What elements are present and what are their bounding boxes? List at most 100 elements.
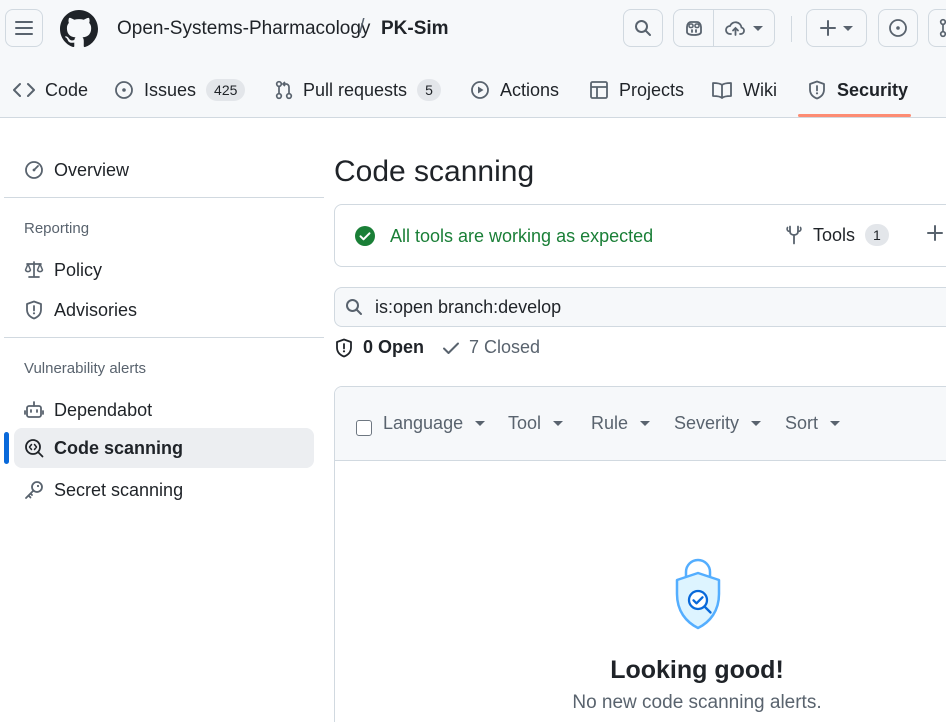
add-tool-plus-icon[interactable]: [927, 225, 943, 241]
copilot-button[interactable]: [674, 10, 714, 46]
search-icon: [346, 299, 362, 315]
tab-projects[interactable]: Projects: [589, 75, 684, 105]
tools-label: Tools: [813, 224, 856, 245]
select-all-checkbox[interactable]: [356, 420, 372, 436]
sidebar-item-secret-scanning[interactable]: Secret scanning: [14, 470, 314, 510]
chevron-down-icon: [751, 421, 762, 426]
sort-dropdown[interactable]: Sort: [785, 413, 841, 434]
check-icon: [443, 342, 460, 354]
severity-filter-dropdown[interactable]: Severity: [674, 413, 762, 434]
tab-projects-label: Projects: [619, 79, 685, 100]
open-alerts-label: 0 Open: [363, 337, 425, 357]
plus-icon: [820, 20, 836, 36]
chevron-down-icon: [475, 421, 486, 426]
active-tab-indicator: [798, 114, 911, 117]
git-pull-request-icon: [939, 18, 946, 38]
sidebar-item-label: Policy: [54, 259, 103, 280]
dependabot-icon: [24, 401, 44, 418]
tool-status-panel: All tools are working as expected Tools …: [334, 204, 946, 267]
sidebar-item-policy[interactable]: Policy: [14, 250, 314, 290]
tab-pull-requests[interactable]: Pull requests 5: [275, 75, 441, 105]
shield-icon: [26, 300, 42, 320]
sidebar-item-dependabot[interactable]: Dependabot: [14, 390, 314, 430]
sidebar-item-label: Overview: [54, 159, 130, 180]
tool-status-text: All tools are working as expected: [390, 226, 654, 246]
closed-alerts-link[interactable]: 7 Closed: [442, 337, 540, 358]
filter-label: Rule: [591, 413, 629, 433]
sidebar-item-code-scanning[interactable]: Code scanning: [14, 428, 314, 468]
create-new-button[interactable]: [806, 9, 867, 47]
language-filter-dropdown[interactable]: Language: [383, 413, 486, 434]
chevron-down-icon: [843, 25, 853, 31]
breadcrumb-repo-link[interactable]: PK-Sim: [381, 18, 449, 40]
chevron-down-icon: [640, 421, 651, 426]
search-button[interactable]: [623, 9, 663, 47]
key-icon: [25, 481, 43, 499]
tab-pull-requests-label: Pull requests: [303, 79, 408, 100]
alerts-filter-bar: Language Tool Rule Severity Sort: [335, 387, 946, 461]
tab-actions[interactable]: Actions: [470, 75, 559, 105]
tab-actions-label: Actions: [500, 79, 560, 100]
alert-filter-input[interactable]: is:open branch:develop: [334, 287, 946, 327]
filter-label: Tool: [508, 413, 542, 433]
tab-code[interactable]: Code: [13, 75, 88, 105]
sidebar-active-indicator: [4, 432, 9, 464]
page-title: Code scanning: [334, 155, 535, 188]
tools-count-badge: 1: [865, 224, 889, 246]
sidebar-item-label: Secret scanning: [54, 479, 184, 500]
code-scan-icon: [25, 439, 44, 458]
header-divider: [791, 16, 792, 42]
tool-filter-dropdown[interactable]: Tool: [508, 413, 564, 434]
pull-requests-count-badge: 5: [417, 79, 441, 101]
your-pull-requests-button[interactable]: [928, 9, 946, 47]
app-header: Open-Systems-Pharmacology / PK-Sim Code …: [0, 0, 946, 118]
sidebar-heading-reporting: Reporting: [24, 220, 90, 237]
chevron-down-icon: [553, 421, 564, 426]
open-alerts-link[interactable]: 0 Open: [334, 337, 424, 358]
empty-state-title: Looking good!: [610, 656, 784, 684]
sidebar-item-label: Dependabot: [54, 399, 153, 420]
tab-code-label: Code: [45, 79, 89, 100]
law-icon: [24, 261, 44, 278]
cloud-upload-icon: [725, 21, 745, 36]
sidebar-item-label: Code scanning: [54, 437, 184, 458]
issue-opened-icon: [889, 19, 907, 37]
book-icon: [712, 82, 732, 99]
tools-button[interactable]: Tools 1: [785, 224, 889, 246]
rule-filter-dropdown[interactable]: Rule: [591, 413, 651, 434]
sidebar-heading-vulnerability-alerts: Vulnerability alerts: [24, 360, 146, 377]
closed-alerts-label: 7 Closed: [469, 337, 541, 357]
filter-label: Severity: [674, 413, 740, 433]
tab-security[interactable]: Security: [807, 75, 908, 105]
empty-state-subtitle: No new code scanning alerts.: [572, 692, 822, 713]
play-icon: [471, 81, 489, 99]
chevron-down-icon: [830, 421, 841, 426]
copilot-button-group: [673, 9, 775, 47]
github-logo-icon[interactable]: [60, 10, 98, 48]
tab-security-label: Security: [837, 79, 909, 100]
meter-icon: [25, 161, 43, 179]
issues-count-badge: 425: [206, 79, 246, 101]
open-menu-button[interactable]: [5, 9, 43, 47]
tab-wiki-label: Wiki: [743, 79, 777, 100]
sidebar-divider: [4, 337, 324, 338]
sidebar-item-label: Advisories: [54, 299, 138, 320]
git-pull-request-icon: [275, 80, 293, 100]
copilot-icon: [685, 21, 702, 36]
breadcrumb-owner-link[interactable]: Open-Systems-Pharmacology: [117, 18, 370, 40]
open-closed-toggle: 0 Open 7 Closed: [334, 337, 540, 358]
shield-icon: [336, 338, 352, 357]
sidebar-item-advisories[interactable]: Advisories: [14, 290, 314, 330]
codespaces-dropdown-button[interactable]: [714, 10, 774, 46]
sidebar-item-overview[interactable]: Overview: [14, 150, 314, 190]
tools-icon: [786, 225, 802, 245]
table-icon: [590, 81, 608, 99]
shield-icon: [809, 80, 825, 100]
tab-wiki[interactable]: Wiki: [711, 75, 777, 105]
breadcrumb-separator: /: [359, 16, 365, 38]
filter-label: Language: [383, 413, 464, 433]
your-issues-button[interactable]: [878, 9, 918, 47]
hamburger-icon: [15, 21, 33, 35]
code-icon: [13, 83, 35, 97]
tab-issues[interactable]: Issues 425: [114, 75, 246, 105]
